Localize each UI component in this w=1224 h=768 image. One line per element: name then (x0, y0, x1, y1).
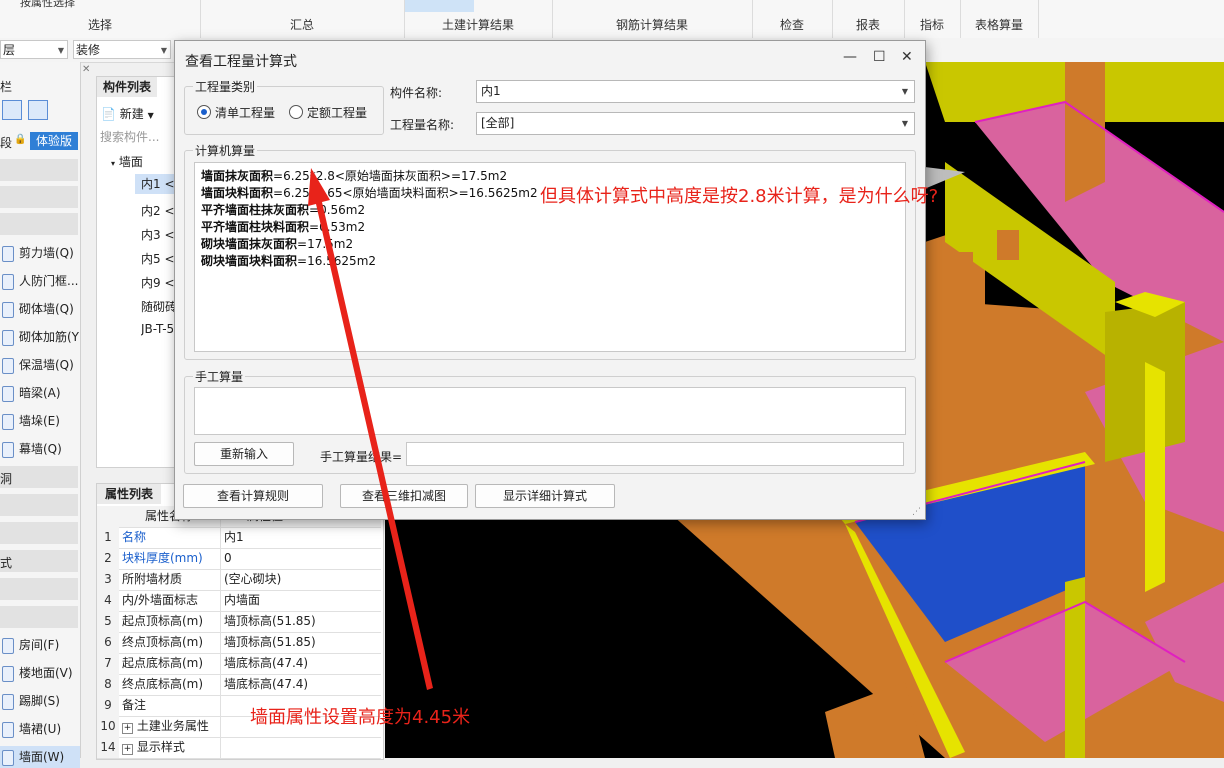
red-arrow-icon (308, 168, 433, 690)
annotation-arrow-overlay (308, 168, 433, 690)
annotation-question: 但具体计算式中高度是按2.8米计算，是为什么呀? (540, 186, 939, 207)
annotation-note: 墙面属性设置高度为4.45米 (250, 707, 471, 728)
